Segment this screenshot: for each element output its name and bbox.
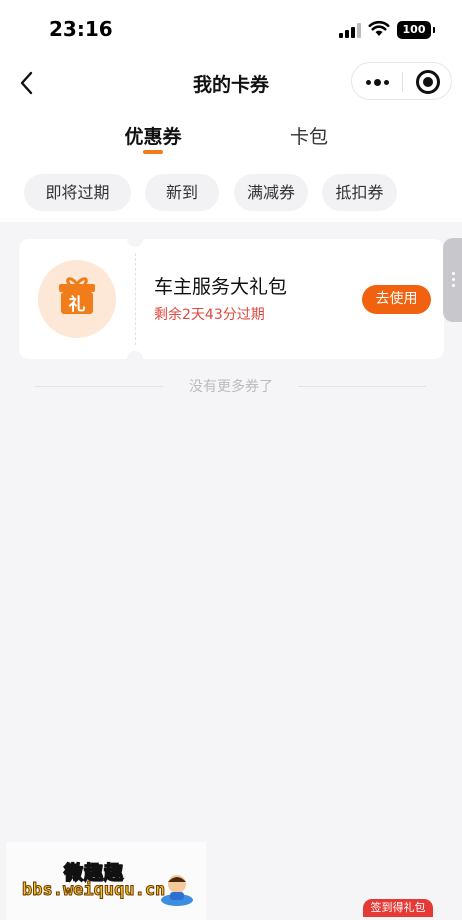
coupon-notch-top — [127, 231, 143, 247]
filter-discount[interactable]: 满减券 — [234, 174, 308, 211]
side-drawer-handle[interactable] — [443, 238, 462, 322]
use-coupon-button[interactable]: 去使用 — [362, 285, 431, 314]
watermark-url: bbs.weiququ.cn — [21, 880, 166, 901]
wifi-icon — [368, 20, 390, 36]
mascot-icon — [161, 875, 193, 906]
coupon-expire-text: 剩余2天43分过期 — [154, 307, 265, 323]
coupon-divider — [135, 253, 136, 345]
status-bar: 23:16 100 — [0, 0, 462, 60]
tab-card-wallet[interactable]: 卡包 — [279, 122, 339, 149]
gift-icon-text: 礼 — [69, 294, 86, 315]
coupon-title: 车主服务大礼包 — [154, 276, 288, 298]
close-miniprogram-icon[interactable] — [416, 70, 440, 94]
filter-new[interactable]: 新到 — [145, 174, 219, 211]
coupon-card-left: 礼 — [19, 239, 135, 359]
more-icon[interactable] — [364, 72, 392, 92]
mini-program-capsule — [351, 62, 452, 100]
watermark: 微趣趣 bbs.weiququ.cn — [6, 842, 206, 920]
no-more-coupons-text: 没有更多券了 — [189, 379, 273, 395]
signal-icon — [339, 22, 363, 38]
active-tab-indicator — [143, 150, 163, 154]
gift-icon-background: 礼 — [38, 260, 116, 338]
battery-icon: 100 — [397, 21, 435, 39]
status-time: 23:16 — [49, 17, 113, 41]
filter-expiring-soon[interactable]: 即将过期 — [24, 174, 131, 211]
coupon-notch-bottom — [127, 351, 143, 367]
signin-gift-badge[interactable]: 签到得礼包 — [363, 899, 433, 917]
tab-coupons[interactable]: 优惠券 — [118, 122, 188, 149]
gift-icon: 礼 — [59, 277, 95, 315]
filter-deduction[interactable]: 抵扣券 — [322, 174, 397, 211]
capsule-divider — [402, 72, 403, 92]
